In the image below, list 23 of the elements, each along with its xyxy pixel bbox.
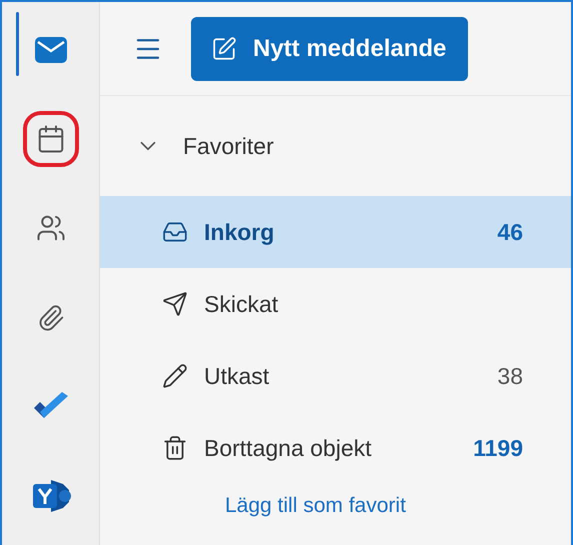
mail-icon bbox=[34, 36, 68, 64]
trash-icon bbox=[162, 435, 188, 461]
paperclip-icon bbox=[36, 304, 64, 332]
pencil-icon bbox=[162, 363, 188, 389]
folder-item[interactable]: Utkast 38 bbox=[100, 340, 571, 412]
folder-name: Borttagna objekt bbox=[204, 434, 373, 462]
add-favorite-link[interactable]: Lägg till som favorit bbox=[225, 494, 571, 518]
calendar-app-button[interactable] bbox=[22, 111, 78, 168]
folder-item[interactable]: Borttagna objekt 1199 bbox=[100, 412, 571, 484]
folder-item[interactable]: Inkorg 46 bbox=[100, 196, 571, 268]
folder-item[interactable]: Skickat bbox=[100, 268, 571, 340]
folder-name: Utkast bbox=[204, 362, 270, 390]
folder-count: 1199 bbox=[473, 434, 523, 462]
folder-name: Skickat bbox=[204, 290, 280, 318]
favorites-header[interactable]: Favoriter bbox=[100, 96, 571, 196]
send-icon bbox=[162, 291, 188, 317]
folder-count: 46 bbox=[497, 218, 523, 246]
new-message-button[interactable]: Nytt meddelande bbox=[191, 16, 468, 80]
yammer-icon bbox=[30, 478, 70, 514]
selection-indicator bbox=[16, 12, 19, 76]
folder-name: Inkorg bbox=[204, 218, 276, 246]
compose-icon bbox=[211, 36, 237, 62]
folder-count: 38 bbox=[497, 362, 523, 390]
